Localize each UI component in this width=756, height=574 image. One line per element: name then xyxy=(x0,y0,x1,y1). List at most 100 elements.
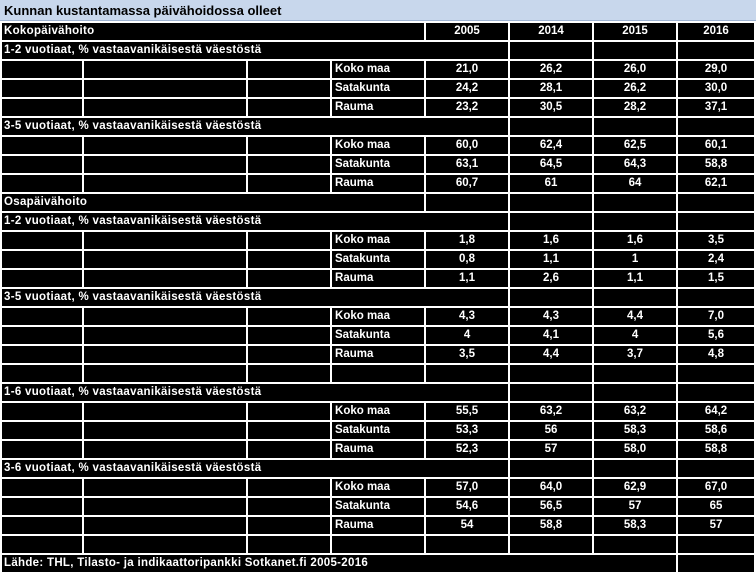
empty-cell xyxy=(248,403,333,422)
value-cell: 64,0 xyxy=(510,479,595,498)
value-cell: 24,2 xyxy=(426,80,511,99)
empty-cell xyxy=(678,194,756,213)
empty-cell xyxy=(426,384,511,403)
empty-cell xyxy=(248,175,333,194)
region-label: Rauma xyxy=(332,346,427,365)
table-row: Satakunta 24,2 28,1 26,2 30,0 xyxy=(0,80,756,99)
empty-cell xyxy=(510,384,595,403)
empty-cell xyxy=(248,251,333,270)
table-row: Koko maa 60,0 62,4 62,5 60,1 xyxy=(0,137,756,156)
empty-cell xyxy=(594,118,679,137)
empty-cell xyxy=(426,194,511,213)
empty-cell xyxy=(332,536,427,555)
region-label: Satakunta xyxy=(332,422,427,441)
empty-cell xyxy=(84,346,248,365)
empty-cell xyxy=(0,479,84,498)
value-cell: 1,1 xyxy=(594,270,679,289)
region-label: Rauma xyxy=(332,441,427,460)
empty-cell xyxy=(248,498,333,517)
value-cell: 21,0 xyxy=(426,61,511,80)
table-row: Satakunta 53,3 56 58,3 58,6 xyxy=(0,422,756,441)
value-cell: 30,5 xyxy=(510,99,595,118)
group-label: 3-5 vuotiaat, % vastaavanikäisestä väest… xyxy=(0,289,427,308)
footer-row: Lähde: THL, Tilasto- ja indikaattoripank… xyxy=(0,555,756,574)
value-cell: 1,6 xyxy=(594,232,679,251)
value-cell: 5,6 xyxy=(678,327,756,346)
group-row: 1-2 vuotiaat, % vastaavanikäisestä väest… xyxy=(0,213,756,232)
empty-cell xyxy=(0,422,84,441)
empty-cell xyxy=(248,308,333,327)
value-cell: 60,1 xyxy=(678,137,756,156)
empty-cell xyxy=(84,99,248,118)
empty-cell xyxy=(678,42,756,61)
empty-cell xyxy=(84,61,248,80)
empty-cell xyxy=(0,61,84,80)
source-note: Lähde: THL, Tilasto- ja indikaattoripank… xyxy=(0,555,595,574)
value-cell: 1,8 xyxy=(426,232,511,251)
year-header: 2014 xyxy=(510,21,595,42)
value-cell: 4,8 xyxy=(678,346,756,365)
value-cell: 63,2 xyxy=(510,403,595,422)
value-cell: 3,5 xyxy=(678,232,756,251)
value-cell: 23,2 xyxy=(426,99,511,118)
value-cell: 4,1 xyxy=(510,327,595,346)
empty-cell xyxy=(0,232,84,251)
region-label: Rauma xyxy=(332,99,427,118)
value-cell: 58,6 xyxy=(678,422,756,441)
table-row: Rauma 54 58,8 58,3 57 xyxy=(0,517,756,536)
empty-cell xyxy=(0,175,84,194)
value-cell: 1,6 xyxy=(510,232,595,251)
empty-cell xyxy=(332,21,427,42)
empty-cell xyxy=(248,327,333,346)
empty-cell xyxy=(678,213,756,232)
empty-cell xyxy=(84,536,248,555)
value-cell: 67,0 xyxy=(678,479,756,498)
empty-cell xyxy=(248,61,333,80)
empty-cell xyxy=(84,365,248,384)
empty-cell xyxy=(84,137,248,156)
value-cell: 1,1 xyxy=(426,270,511,289)
empty-cell xyxy=(84,422,248,441)
value-cell: 57 xyxy=(510,441,595,460)
value-cell: 54,6 xyxy=(426,498,511,517)
group-label: 3-5 vuotiaat, % vastaavanikäisestä väest… xyxy=(0,118,427,137)
group-row: 3-5 vuotiaat, % vastaavanikäisestä väest… xyxy=(0,289,756,308)
empty-cell xyxy=(594,384,679,403)
group-row: 1-2 vuotiaat, % vastaavanikäisestä väest… xyxy=(0,42,756,61)
empty-cell xyxy=(248,137,333,156)
empty-cell xyxy=(84,517,248,536)
group-row: 3-5 vuotiaat, % vastaavanikäisestä väest… xyxy=(0,118,756,137)
empty-cell xyxy=(426,42,511,61)
empty-cell xyxy=(248,517,333,536)
value-cell: 1,1 xyxy=(510,251,595,270)
value-cell: 26,0 xyxy=(594,61,679,80)
empty-cell xyxy=(248,232,333,251)
value-cell: 2,4 xyxy=(678,251,756,270)
value-cell: 64,5 xyxy=(510,156,595,175)
empty-cell xyxy=(678,536,756,555)
value-cell: 26,2 xyxy=(594,80,679,99)
region-label: Koko maa xyxy=(332,61,427,80)
value-cell: 62,1 xyxy=(678,175,756,194)
value-cell: 1,5 xyxy=(678,270,756,289)
empty-cell xyxy=(0,308,84,327)
section-row: Kokopäivähoito 2005 2014 2015 2016 xyxy=(0,21,756,42)
region-label: Koko maa xyxy=(332,403,427,422)
empty-cell xyxy=(510,536,595,555)
value-cell: 4,4 xyxy=(510,346,595,365)
empty-cell xyxy=(678,365,756,384)
region-label: Satakunta xyxy=(332,498,427,517)
table-row: Koko maa 55,5 63,2 63,2 64,2 xyxy=(0,403,756,422)
empty-cell xyxy=(594,213,679,232)
empty-cell xyxy=(84,251,248,270)
empty-cell xyxy=(510,365,595,384)
region-label: Koko maa xyxy=(332,308,427,327)
value-cell: 64,2 xyxy=(678,403,756,422)
empty-cell xyxy=(510,194,595,213)
empty-cell xyxy=(332,365,427,384)
empty-cell xyxy=(678,555,756,574)
empty-cell xyxy=(426,289,511,308)
empty-cell xyxy=(248,80,333,99)
value-cell: 4 xyxy=(594,327,679,346)
value-cell: 58,3 xyxy=(594,422,679,441)
